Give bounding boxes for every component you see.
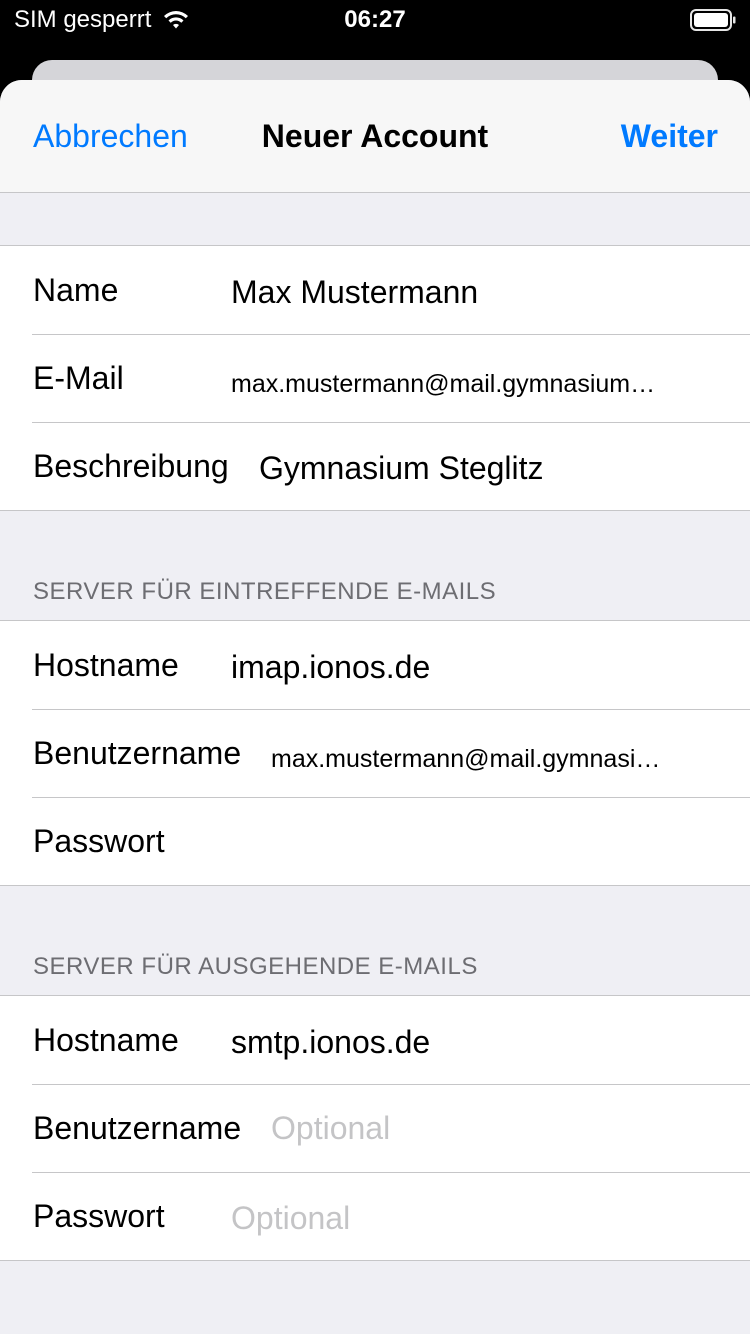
incoming-user-row[interactable]: Benutzername max.mustermann@mail.gymnasi… <box>0 709 750 797</box>
email-row[interactable]: E-Mail max.mustermann@mail.gymnasium… <box>0 334 750 422</box>
incoming-server-group: Hostname imap.ionos.de Benutzername max.… <box>0 620 750 886</box>
outgoing-user-input[interactable] <box>271 1108 691 1148</box>
name-label: Name <box>33 272 119 308</box>
name-row[interactable]: Name Max Mustermann <box>0 246 750 334</box>
incoming-user-field[interactable]: max.mustermann@mail.gymnasi… <box>271 739 710 779</box>
description-label: Beschreibung <box>33 448 229 484</box>
clock: 06:27 <box>344 6 406 33</box>
status-bar: SIM gesperrt 06:27 <box>0 0 750 40</box>
account-group: Name Max Mustermann E-Mail max.musterman… <box>0 245 750 511</box>
battery-icon <box>690 9 736 31</box>
outgoing-password-input[interactable] <box>231 1198 691 1238</box>
outgoing-host-field[interactable]: smtp.ionos.de <box>231 1022 710 1062</box>
incoming-host-row[interactable]: Hostname imap.ionos.de <box>0 621 750 709</box>
description-field[interactable]: Gymnasium Steglitz <box>259 448 710 488</box>
outgoing-server-group: Hostname smtp.ionos.de Benutzername Pass… <box>0 995 750 1261</box>
incoming-user-label: Benutzername <box>33 735 242 771</box>
email-label: E-Mail <box>33 360 124 396</box>
navigation-bar: Abbrechen Neuer Account Weiter <box>0 80 750 193</box>
outgoing-server-header: SERVER FÜR AUSGEHENDE E-MAILS <box>33 953 478 980</box>
email-field[interactable]: max.mustermann@mail.gymnasium… <box>231 364 710 404</box>
incoming-server-header: SERVER FÜR EINTREFFENDE E-MAILS <box>33 578 497 605</box>
incoming-host-label: Hostname <box>33 647 179 683</box>
incoming-password-label: Passwort <box>33 823 165 859</box>
new-account-sheet: Abbrechen Neuer Account Weiter Name Max … <box>0 80 750 1334</box>
outgoing-password-row[interactable]: Passwort <box>0 1172 750 1260</box>
outgoing-host-row[interactable]: Hostname smtp.ionos.de <box>0 996 750 1084</box>
description-row[interactable]: Beschreibung Gymnasium Steglitz <box>0 422 750 510</box>
outgoing-host-label: Hostname <box>33 1022 179 1058</box>
next-button[interactable]: Weiter <box>621 116 718 156</box>
cancel-button[interactable]: Abbrechen <box>33 116 188 156</box>
outgoing-user-label: Benutzername <box>33 1110 242 1146</box>
outgoing-user-row[interactable]: Benutzername <box>0 1084 750 1172</box>
outgoing-password-label: Passwort <box>33 1198 165 1234</box>
incoming-password-row[interactable]: Passwort <box>0 797 750 885</box>
incoming-host-field[interactable]: imap.ionos.de <box>231 647 710 687</box>
name-field[interactable]: Max Mustermann <box>231 272 710 312</box>
